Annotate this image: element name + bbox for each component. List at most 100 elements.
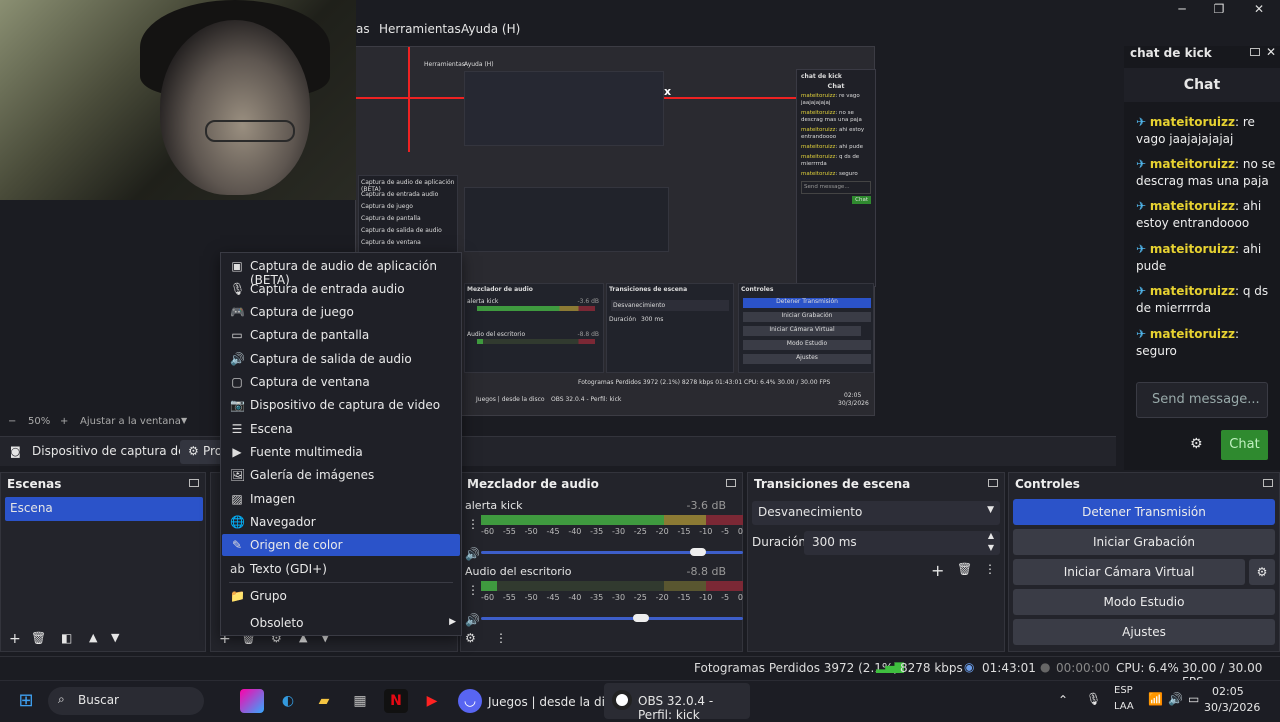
transition-select[interactable]: Desvanecimiento ▼ <box>752 501 1000 525</box>
clock-time[interactable]: 02:05 <box>1212 685 1244 698</box>
volume-icon[interactable]: 🔊 <box>1168 692 1183 706</box>
close-icon[interactable]: ✕ <box>1266 45 1276 59</box>
more-options-icon[interactable]: ⋮ <box>495 631 507 645</box>
discord-icon[interactable]: ◡ <box>458 689 482 713</box>
minimize-button[interactable]: ─ <box>1163 2 1201 20</box>
stop-stream-button[interactable]: Detener Transmisión <box>1013 499 1275 525</box>
youtube-icon[interactable]: ▶ <box>420 689 444 713</box>
source-type-icon: ▢ <box>231 375 243 389</box>
arrow-down-icon[interactable]: ▼ <box>111 631 119 644</box>
microphone-icon[interactable]: 🎙 <box>1086 692 1101 706</box>
speaker-icon[interactable]: 🔊 <box>465 547 480 561</box>
windows-start-icon[interactable]: ⊞ <box>14 689 38 713</box>
edge-icon[interactable]: ◐ <box>276 689 300 713</box>
more-options-icon[interactable]: ⋮ <box>984 562 996 576</box>
context-menu-item[interactable]: 🌐 Navegador <box>222 511 460 533</box>
taskbar-search[interactable]: ⌕ Buscar <box>48 687 204 715</box>
menu-tools[interactable]: Herramientas <box>379 22 461 36</box>
copilot-icon[interactable] <box>240 689 264 713</box>
file-explorer-icon[interactable]: ▰ <box>312 689 336 713</box>
chat-username[interactable]: mateitoruizz <box>1150 157 1235 171</box>
context-menu-item[interactable]: ☰ Escena <box>222 418 460 440</box>
undock-icon[interactable] <box>189 479 199 487</box>
context-menu-item[interactable]: 🔊 Captura de salida de audio <box>222 348 460 370</box>
context-menu-item[interactable]: 🎮 Captura de juego <box>222 301 460 323</box>
chevron-up-icon[interactable]: ⌃ <box>1058 693 1068 707</box>
zoom-out-button[interactable]: − <box>8 416 16 427</box>
close-button[interactable]: ✕ <box>1240 2 1278 20</box>
chevron-up-icon[interactable]: ▲ <box>988 531 994 540</box>
context-menu-label: Captura de pantalla <box>250 328 370 342</box>
settings-button[interactable]: Ajustes <box>1013 619 1275 645</box>
add-icon[interactable]: + <box>931 561 944 580</box>
gear-icon[interactable]: ⚙ <box>1190 436 1203 452</box>
chat-username[interactable]: mateitoruizz <box>1150 199 1235 213</box>
store-icon[interactable]: ▦ <box>348 689 372 713</box>
battery-icon[interactable]: ▭ <box>1188 692 1199 706</box>
wifi-icon[interactable]: 📶 <box>1148 692 1163 706</box>
record-time: 00:00:00 <box>1056 661 1110 675</box>
chat-message-input[interactable]: Send message... <box>1136 382 1268 418</box>
language-label[interactable]: ESP <box>1114 685 1133 696</box>
arrow-up-icon[interactable]: ▲ <box>89 631 97 644</box>
nested-source-2: Captura de juego <box>361 203 413 210</box>
nested-duration: 300 ms <box>641 316 664 323</box>
context-menu-item[interactable]: ▣ Captura de audio de aplicación (BETA) <box>222 255 460 287</box>
chat-send-button[interactable]: Chat <box>1221 430 1268 460</box>
nested-task-1: OBS 32.0.4 - Perfil: kick <box>551 396 622 403</box>
undock-icon[interactable] <box>1250 48 1260 56</box>
zoom-fit-select[interactable]: Ajustar a la ventana <box>80 416 181 427</box>
meter-tick: -35 <box>590 527 604 536</box>
filter-icon[interactable]: ◧ <box>61 631 72 645</box>
context-menu-item[interactable]: 🖼 Galería de imágenes <box>222 464 460 486</box>
chat-username[interactable]: mateitoruizz <box>1150 327 1235 341</box>
context-menu-item[interactable]: ✎ Origen de color <box>222 534 460 556</box>
context-menu-item[interactable]: ▶ Fuente multimedia <box>222 441 460 463</box>
region-label[interactable]: LAA <box>1114 701 1134 712</box>
trash-icon[interactable]: 🗑 <box>957 562 972 576</box>
context-menu-item[interactable]: 📷 Dispositivo de captura de video <box>222 394 460 416</box>
context-menu-item[interactable]: ▭ Captura de pantalla <box>222 324 460 346</box>
gear-icon[interactable]: ⚙ <box>465 631 476 645</box>
scene-item[interactable]: Escena <box>5 497 203 521</box>
duration-spinbox[interactable]: 300 ms ▲ ▼ <box>804 531 1000 555</box>
context-menu-item[interactable]: ▨ Imagen <box>222 488 460 510</box>
meter-level <box>481 581 497 591</box>
context-menu-item[interactable]: Obsoleto ▶ <box>222 612 460 634</box>
chevron-down-icon[interactable]: ▼ <box>988 543 994 552</box>
context-menu-item[interactable]: ab Texto (GDI+) <box>222 558 460 580</box>
virtual-camera-settings-button[interactable]: ⚙ <box>1249 559 1275 585</box>
chat-username[interactable]: mateitoruizz <box>1150 284 1235 298</box>
undock-icon[interactable] <box>988 479 998 487</box>
context-menu-item[interactable]: ▢ Captura de ventana <box>222 371 460 393</box>
chat-username[interactable]: mateitoruizz <box>1150 242 1235 256</box>
more-options-icon[interactable]: ⋮ <box>467 517 479 531</box>
context-menu-item[interactable]: 🎙 Captura de entrada audio <box>222 278 460 300</box>
scenes-title: Escenas <box>7 477 62 491</box>
context-menu-item[interactable]: 📁 Grupo <box>222 585 460 607</box>
zoom-in-button[interactable]: + <box>60 416 68 427</box>
netflix-icon[interactable]: N <box>384 689 408 713</box>
trash-icon[interactable]: 🗑 <box>31 631 46 645</box>
studio-mode-button[interactable]: Modo Estudio <box>1013 589 1275 615</box>
more-options-icon[interactable]: ⋮ <box>467 583 479 597</box>
speaker-icon[interactable]: 🔊 <box>465 613 480 627</box>
volume-slider-handle[interactable] <box>690 548 707 556</box>
clock-date[interactable]: 30/3/2026 <box>1204 701 1260 714</box>
undock-icon[interactable] <box>1263 479 1273 487</box>
volume-slider[interactable] <box>481 614 743 622</box>
menu-help[interactable]: Ayuda (H) <box>461 22 520 36</box>
taskbar-obs[interactable]: OBS 32.0.4 - Perfil: kick <box>604 683 750 722</box>
start-virtual-camera-button[interactable]: Iniciar Cámara Virtual <box>1013 559 1245 585</box>
chat-username[interactable]: mateitoruizz <box>1150 115 1235 129</box>
meter-tick: -25 <box>633 527 647 536</box>
chevron-down-icon[interactable]: ▼ <box>181 416 187 425</box>
volume-slider[interactable] <box>481 548 743 556</box>
add-icon[interactable]: + <box>9 631 21 647</box>
start-recording-button[interactable]: Iniciar Grabación <box>1013 529 1275 555</box>
record-icon: ● <box>1040 660 1051 674</box>
maximize-button[interactable]: ❐ <box>1200 2 1238 20</box>
undock-icon[interactable] <box>726 479 736 487</box>
volume-slider-handle[interactable] <box>632 614 649 622</box>
menu-edit[interactable]: as <box>356 22 370 36</box>
